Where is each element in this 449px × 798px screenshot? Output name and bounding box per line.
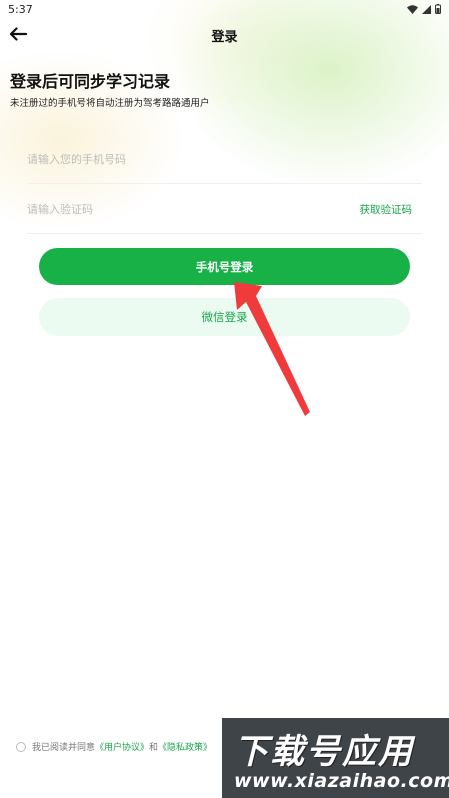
login-heading: 登录后可同步学习记录 bbox=[10, 72, 171, 91]
signal-icon bbox=[422, 4, 431, 14]
agreement-row: 我已阅读并同意 《用户协议》 和 《隐私政策》 bbox=[16, 740, 212, 753]
phone-login-button[interactable]: 手机号登录 bbox=[39, 248, 410, 285]
agreement-checkbox[interactable] bbox=[16, 741, 26, 752]
login-subheading: 未注册过的手机号将自动注册为驾考路路通用户 bbox=[10, 98, 210, 109]
battery-icon bbox=[435, 4, 441, 14]
user-agreement-link[interactable]: 《用户协议》 bbox=[95, 740, 149, 753]
watermark-url: www.xiazaihao.com bbox=[234, 770, 449, 792]
page-title: 登录 bbox=[211, 30, 238, 45]
agreement-and: 和 bbox=[149, 743, 159, 753]
status-bar: 5:37 bbox=[0, 0, 449, 18]
verification-code-input[interactable] bbox=[27, 194, 327, 225]
agreement-prefix: 我已阅读并同意 bbox=[32, 743, 96, 753]
phone-field-row bbox=[27, 136, 422, 184]
wifi-icon bbox=[407, 4, 418, 14]
phone-input[interactable] bbox=[27, 144, 327, 175]
status-icons bbox=[407, 4, 441, 14]
get-code-button[interactable]: 获取验证码 bbox=[360, 202, 413, 217]
watermark: 下载号应用 www.xiazaihao.com bbox=[222, 718, 449, 798]
navigation-bar: 登录 bbox=[0, 18, 449, 52]
status-time: 5:37 bbox=[8, 2, 33, 16]
privacy-policy-link[interactable]: 《隐私政策》 bbox=[158, 740, 212, 753]
code-field-row: 获取验证码 bbox=[27, 186, 422, 234]
watermark-title: 下载号应用 bbox=[234, 732, 414, 772]
wechat-login-button[interactable]: 微信登录 bbox=[39, 298, 410, 336]
